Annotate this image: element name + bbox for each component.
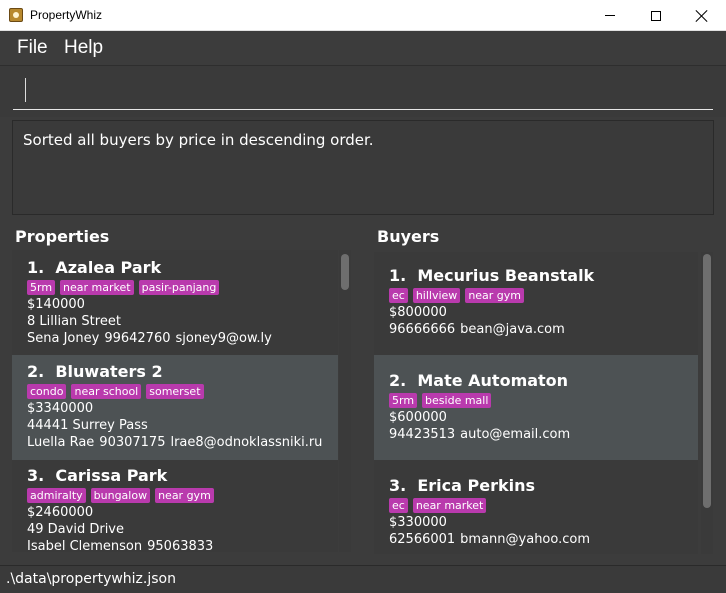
buyer-card[interactable]: 1. Mecurius Beanstalk ec hillview near g… xyxy=(374,252,698,355)
property-seller: Sena Joney 99642760 sjoney9@ow.ly xyxy=(27,331,272,346)
buyer-contact: 62566001 bmann@yahoo.com xyxy=(389,532,591,547)
buyer-list[interactable]: 1. Mecurius Beanstalk ec hillview near g… xyxy=(374,252,698,554)
close-button[interactable] xyxy=(679,0,725,31)
buyer-tags: ec near market xyxy=(389,498,698,513)
buyers-title: Buyers xyxy=(377,227,440,246)
command-box xyxy=(0,65,726,117)
property-list[interactable]: 1. Azalea Park 5rm near market pasir-pan… xyxy=(12,250,338,552)
property-name: 1. Azalea Park xyxy=(27,258,162,277)
buyer-tags: 5rm beside mall xyxy=(389,393,698,408)
result-display: Sorted all buyers by price in descending… xyxy=(12,120,714,215)
tag: 5rm xyxy=(27,280,56,295)
tag: near market xyxy=(412,498,487,513)
buyer-name: 2. Mate Automaton xyxy=(389,371,569,390)
maximize-button[interactable] xyxy=(633,0,679,31)
result-message: Sorted all buyers by price in descending… xyxy=(23,131,374,149)
buyers-scrollbar[interactable] xyxy=(701,252,713,554)
buyer-contact: 96666666 bean@java.com xyxy=(389,322,565,337)
buyer-tags: ec hillview near gym xyxy=(389,288,698,303)
tag: pasir-panjang xyxy=(138,280,220,295)
app-window: PropertyWhiz File Help Sorted all buyers… xyxy=(0,0,726,593)
scrollbar-thumb[interactable] xyxy=(341,254,349,290)
property-price: $140000 xyxy=(27,297,85,312)
property-name: 3. Carissa Park xyxy=(27,466,168,485)
tag: ec xyxy=(389,498,408,513)
tag: ec xyxy=(389,288,408,303)
property-card[interactable]: 2. Bluwaters 2 condo near school somerse… xyxy=(12,355,338,460)
menu-help[interactable]: Help xyxy=(64,37,103,59)
buyer-contact: 94423513 auto@email.com xyxy=(389,427,571,442)
property-seller: Luella Rae 90307175 lrae8@odnoklassniki.ru xyxy=(27,435,323,450)
buyer-price: $800000 xyxy=(389,305,447,320)
property-tags: admiralty bungalow near gym xyxy=(27,488,338,503)
buyers-panel: Buyers 1. Mecurius Beanstalk ec hillview… xyxy=(365,221,723,563)
tag: condo xyxy=(27,384,67,399)
buyer-card[interactable]: 2. Mate Automaton 5rm beside mall $60000… xyxy=(374,355,698,460)
scrollbar-thumb[interactable] xyxy=(703,254,711,508)
property-tags: 5rm near market pasir-panjang xyxy=(27,280,338,295)
properties-title: Properties xyxy=(15,227,110,246)
close-icon xyxy=(696,10,708,22)
window-title: PropertyWhiz xyxy=(30,8,103,22)
tag: 5rm xyxy=(389,393,418,408)
menu-bar: File Help xyxy=(0,31,726,65)
buyer-name: 1. Mecurius Beanstalk xyxy=(389,266,595,285)
tag: beside mall xyxy=(422,393,492,408)
property-card[interactable]: 3. Carissa Park admiralty bungalow near … xyxy=(12,460,338,552)
property-address: 44441 Surrey Pass xyxy=(27,418,148,433)
tag: near market xyxy=(60,280,134,295)
property-name: 2. Bluwaters 2 xyxy=(27,362,163,381)
tag: near gym xyxy=(155,488,214,503)
title-bar: PropertyWhiz xyxy=(0,0,726,31)
save-location: .\data\propertywhiz.json xyxy=(6,571,176,587)
buyer-price: $330000 xyxy=(389,515,447,530)
property-address: 49 David Drive xyxy=(27,522,124,537)
properties-scrollbar[interactable] xyxy=(339,250,351,552)
buyer-price: $600000 xyxy=(389,410,447,425)
property-tags: condo near school somerset xyxy=(27,384,338,399)
buyer-name: 3. Erica Perkins xyxy=(389,476,536,495)
text-caret xyxy=(25,78,26,102)
property-price: $2460000 xyxy=(27,505,94,520)
status-bar: .\data\propertywhiz.json xyxy=(0,565,726,593)
minimize-button[interactable] xyxy=(587,0,633,31)
menu-file[interactable]: File xyxy=(17,37,48,59)
app-icon xyxy=(9,8,23,22)
tag: near gym xyxy=(465,288,525,303)
properties-panel: Properties 1. Azalea Park 5rm near marke… xyxy=(3,221,361,563)
property-price: $3340000 xyxy=(27,401,94,416)
maximize-icon xyxy=(651,10,661,21)
property-address: 8 Lillian Street xyxy=(27,314,121,329)
tag: somerset xyxy=(146,384,204,399)
tag: hillview xyxy=(412,288,461,303)
tag: near school xyxy=(71,384,142,399)
command-input[interactable] xyxy=(13,76,713,110)
minimize-icon xyxy=(605,15,615,16)
property-seller: Isabel Clemenson 95063833 xyxy=(27,539,214,552)
tag: bungalow xyxy=(90,488,151,503)
tag: admiralty xyxy=(27,488,86,503)
property-card[interactable]: 1. Azalea Park 5rm near market pasir-pan… xyxy=(12,250,338,355)
buyer-card[interactable]: 3. Erica Perkins ec near market $330000 … xyxy=(374,460,698,554)
